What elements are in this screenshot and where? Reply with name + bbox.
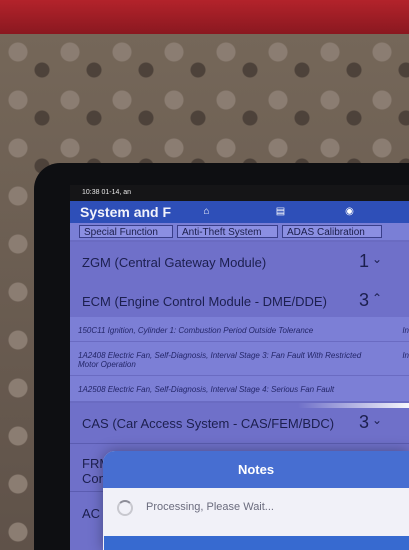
red-background-bar	[0, 0, 409, 37]
status-bar: 10:38 01-14, an	[70, 185, 409, 201]
module-row-ecm[interactable]: ECM (Engine Control Module - DME/DDE) 3 …	[70, 281, 409, 318]
loading-spinner-icon	[117, 500, 133, 516]
fault-description: 150C11 Ignition, Cylinder 1: Combustion …	[78, 326, 314, 335]
fault-row-1[interactable]: 150C11 Ignition, Cylinder 1: Combustion …	[70, 317, 409, 342]
notes-dialog: Notes Processing, Please Wait...	[103, 451, 409, 550]
fault-status: In	[402, 326, 409, 335]
dialog-action-bar[interactable]	[104, 536, 409, 550]
fault-status: In	[402, 351, 409, 360]
tab-special-function[interactable]: Special Function	[79, 225, 173, 238]
module-label: ZGM (Central Gateway Module)	[82, 255, 267, 270]
function-tabs: Special Function Anti-Theft System ADAS …	[70, 223, 409, 240]
chevron-down-icon[interactable]: ⌄	[372, 252, 382, 266]
app-header: System and F ⌂ ▤ ◉	[70, 201, 409, 223]
fault-row-2[interactable]: 1A2408 Electric Fan, Self-Diagnosis, Int…	[70, 342, 409, 376]
processing-message: Processing, Please Wait...	[146, 501, 274, 513]
module-label: ECM (Engine Control Module - DME/DDE)	[82, 294, 327, 309]
tab-anti-theft-system[interactable]: Anti-Theft System	[177, 225, 278, 238]
fault-count: 1	[359, 251, 370, 271]
fault-count: 3	[359, 290, 370, 310]
tab-adas-calibration[interactable]: ADAS Calibration	[282, 225, 382, 238]
report-icon[interactable]: ▤	[275, 206, 286, 217]
chevron-up-icon[interactable]: ⌃	[372, 291, 382, 305]
chevron-down-icon[interactable]: ⌄	[372, 413, 382, 427]
fault-description: 1A2508 Electric Fan, Self-Diagnosis, Int…	[78, 385, 335, 394]
fault-count: 3	[359, 412, 370, 432]
fault-row-3[interactable]: 1A2508 Electric Fan, Self-Diagnosis, Int…	[70, 376, 409, 402]
module-row-zgm[interactable]: ZGM (Central Gateway Module) 1 ⌄	[70, 242, 409, 282]
light-glare	[298, 403, 409, 408]
module-label: CAS (Car Access System - CAS/FEM/BDC)	[82, 416, 335, 431]
home-icon[interactable]: ⌂	[201, 206, 212, 217]
user-icon[interactable]: ◉	[344, 206, 355, 217]
fault-description: 1A2408 Electric Fan, Self-Diagnosis, Int…	[78, 351, 362, 369]
dialog-title: Notes	[103, 451, 409, 488]
module-row-cas[interactable]: CAS (Car Access System - CAS/FEM/BDC) 3 …	[70, 403, 409, 444]
page-title: System and F	[80, 204, 172, 220]
status-time-date: 10:38 01-14, an	[82, 189, 132, 196]
dialog-body: Processing, Please Wait...	[103, 488, 409, 550]
